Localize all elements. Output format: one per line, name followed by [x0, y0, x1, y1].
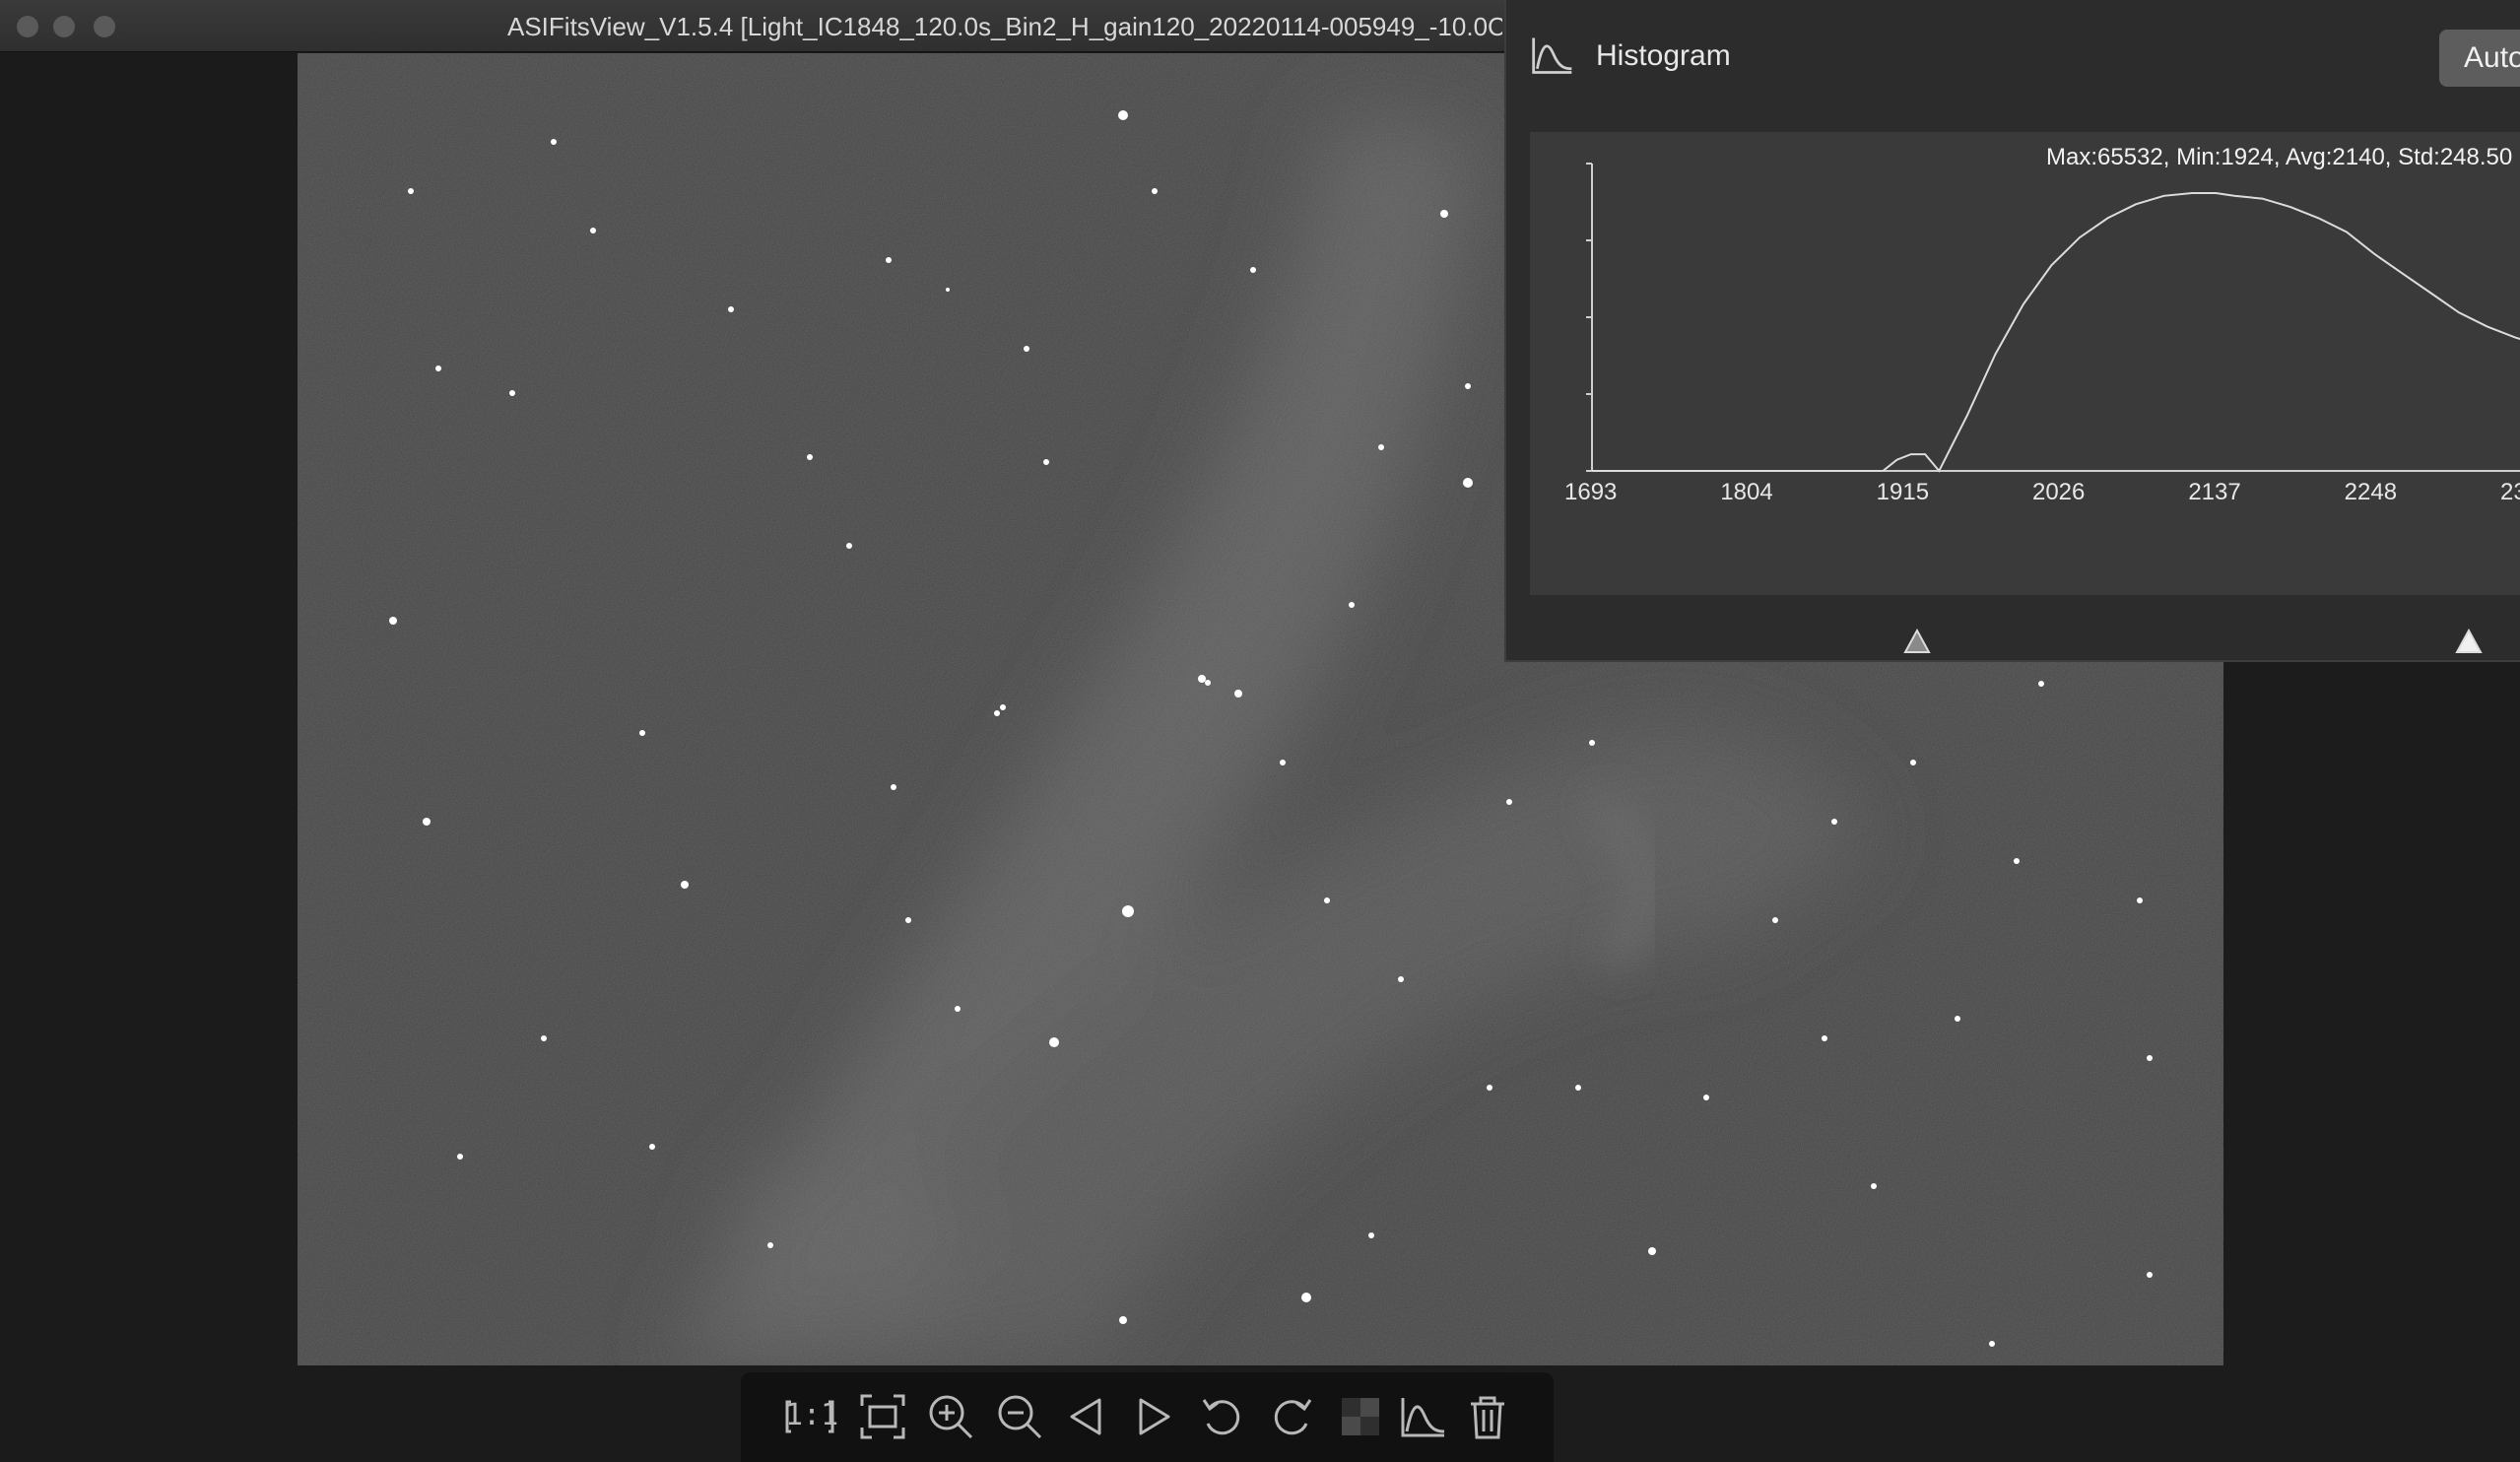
histogram-curve [1592, 192, 2520, 473]
minimize-button[interactable] [53, 16, 75, 37]
low-stretch-handle[interactable] [1902, 628, 1931, 659]
previous-button[interactable] [1062, 1392, 1111, 1441]
rotate-left-button[interactable] [1198, 1392, 1247, 1441]
x-tick-label: 235 [2499, 479, 2520, 505]
rotate-right-button[interactable] [1267, 1392, 1316, 1441]
title-bar[interactable]: ASIFitsView_V1.5.4 [Light_IC1848_120.0s_… [0, 0, 1506, 52]
rotate-ccw-icon [1198, 1399, 1247, 1445]
histogram-icon [1399, 1398, 1448, 1445]
auto-stretch-button[interactable]: Auto [2439, 30, 2520, 87]
maximize-button[interactable] [94, 16, 115, 37]
checker-icon [1336, 1398, 1385, 1445]
debayer-button[interactable] [1336, 1392, 1385, 1441]
triangle-right-icon [1129, 1398, 1178, 1445]
x-tick-label: 2248 [2344, 479, 2398, 505]
histogram-panel: Histogram Auto Max:65532, Min:1924, Avg:… [1504, 0, 2520, 662]
histogram-plot: Max:65532, Min:1924, Avg:2140, Std:248.5… [1530, 132, 2520, 595]
x-tick-label: 1693 [1564, 479, 1618, 505]
zoom-in-button[interactable] [926, 1392, 975, 1441]
actual-size-button[interactable]: 1:1 [785, 1392, 839, 1441]
window-title: ASIFitsView_V1.5.4 [Light_IC1848_120.0s_… [507, 12, 1502, 41]
close-button[interactable] [17, 16, 38, 37]
stretch-slider[interactable] [1506, 597, 2520, 660]
zoom-in-icon [926, 1395, 975, 1445]
x-tick-label: 1915 [1876, 479, 1930, 505]
x-tick-label: 2026 [2031, 479, 2086, 505]
histogram-button[interactable] [1399, 1392, 1448, 1441]
high-stretch-handle[interactable] [2455, 628, 2483, 659]
image-toolbar: 1:1 [741, 1372, 1554, 1462]
trash-icon [1463, 1396, 1512, 1445]
zoom-out-icon [995, 1395, 1044, 1445]
histogram-title: Histogram [1596, 39, 1731, 72]
x-tick-label: 1804 [1720, 479, 1773, 505]
triangle-left-icon [1062, 1398, 1111, 1445]
histogram-header: Histogram Auto [1506, 0, 2520, 116]
x-tick-label: 2137 [2188, 479, 2241, 505]
histogram-y-axis [1586, 163, 2520, 472]
zoom-out-button[interactable] [995, 1392, 1044, 1441]
actual-size-label: 1:1 [785, 1398, 839, 1432]
fit-frame-icon [858, 1394, 907, 1445]
next-button[interactable] [1129, 1392, 1178, 1441]
fit-window-button[interactable] [858, 1392, 907, 1441]
histogram-icon [1530, 33, 1575, 83]
delete-button[interactable] [1463, 1392, 1512, 1441]
histogram-chart [1586, 163, 2520, 473]
rotate-cw-icon [1267, 1399, 1316, 1445]
